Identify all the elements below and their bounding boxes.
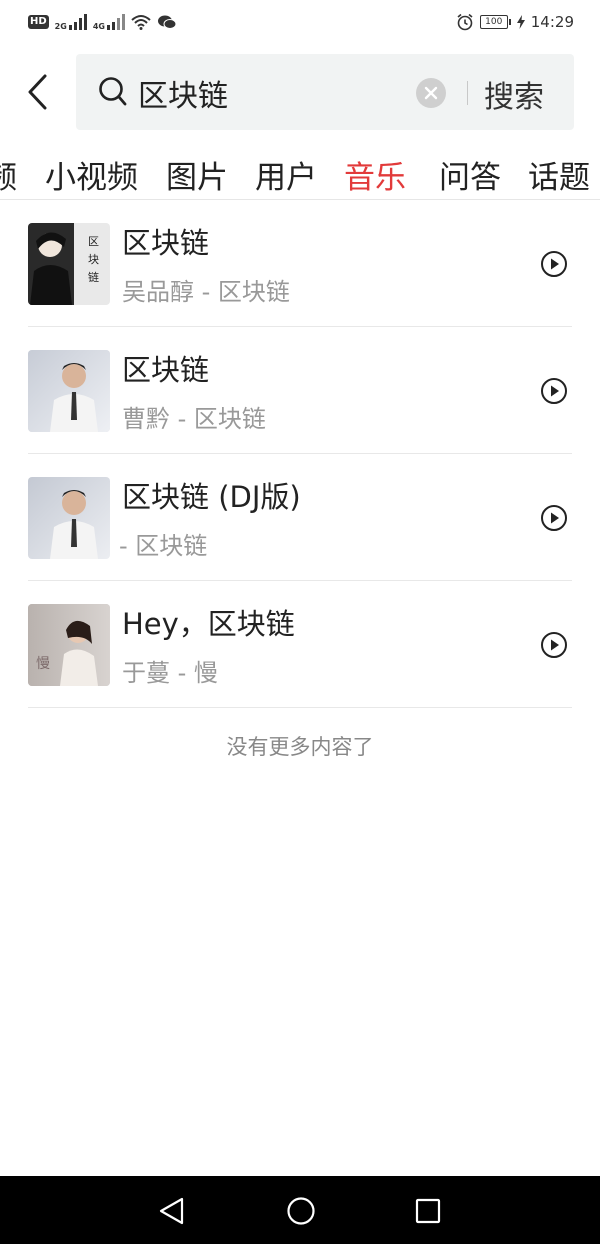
cover-text: 区 — [88, 235, 99, 248]
battery-indicator: 100 — [479, 15, 511, 29]
play-icon[interactable] — [540, 631, 568, 659]
album-cover — [28, 477, 110, 559]
song-title: 区块链 — [122, 353, 210, 387]
search-icon — [99, 77, 127, 106]
back-button[interactable] — [18, 70, 58, 114]
tab-short-video[interactable]: 小视频 — [45, 152, 138, 197]
category-tabs: 频 小视频 图片 用户 音乐 问答 话题 — [0, 144, 600, 200]
battery-tip — [508, 19, 511, 25]
search-button[interactable]: 搜索 — [484, 72, 544, 116]
clock: 14:29 — [530, 13, 574, 31]
nav-home-icon[interactable] — [286, 1196, 316, 1226]
list-item[interactable]: 区块链 (DJ版) - 区块链 — [28, 454, 572, 581]
nav-back-icon[interactable] — [157, 1196, 185, 1226]
hd-badge: HD — [28, 15, 49, 29]
search-box: 搜索 — [76, 54, 574, 130]
tab-images[interactable]: 图片 — [166, 152, 228, 197]
x-icon — [424, 86, 438, 100]
list-item[interactable]: 慢 Hey，区块链 于蔓 - 慢 — [28, 581, 572, 708]
no-more-content: 没有更多内容了 — [226, 735, 374, 759]
tab-qa[interactable]: 问答 — [439, 152, 501, 197]
search-input[interactable] — [138, 74, 438, 112]
status-left: HD 2G 4G — [28, 14, 177, 31]
tab-music[interactable]: 音乐 — [344, 152, 406, 197]
wechat-icon — [157, 15, 177, 29]
music-list: 区 块 链 区块链 吴品醇 - 区块链 区块链 曹黔 - 区块链 区块链 (DJ… — [0, 200, 600, 708]
tab-video[interactable]: 频 — [0, 152, 17, 197]
song-artist: 曹黔 - 区块链 — [122, 405, 266, 433]
album-cover: 慢 — [28, 604, 110, 686]
search-header: 搜索 — [0, 44, 600, 144]
cover-text: 慢 — [36, 655, 50, 672]
list-item[interactable]: 区 块 链 区块链 吴品醇 - 区块链 — [28, 200, 572, 327]
signal-icon-2 — [106, 14, 125, 30]
album-cover: 区 块 链 — [28, 223, 110, 305]
navigation-bar — [0, 1176, 600, 1244]
song-artist: 吴品醇 - 区块链 — [122, 278, 290, 306]
network-type-1: 2G — [54, 21, 67, 31]
status-right: 100 14:29 — [456, 13, 574, 31]
play-icon[interactable] — [540, 250, 568, 278]
song-title: Hey，区块链 — [122, 607, 295, 641]
play-icon[interactable] — [540, 377, 568, 405]
chevron-left-icon — [28, 74, 47, 110]
nav-recent-icon[interactable] — [414, 1197, 442, 1225]
signal-icon — [68, 14, 87, 30]
alarm-icon — [457, 13, 473, 31]
song-title: 区块链 — [122, 226, 210, 260]
clear-icon[interactable] — [416, 78, 446, 108]
search-divider — [467, 81, 468, 105]
wifi-icon — [131, 15, 151, 30]
song-artist: 于蔓 - 慢 — [122, 659, 218, 687]
album-cover — [28, 350, 110, 432]
tab-topics[interactable]: 话题 — [528, 152, 590, 197]
status-bar: HD 2G 4G 100 14:29 — [0, 0, 600, 44]
battery-level: 100 — [479, 15, 508, 29]
play-icon[interactable] — [540, 504, 568, 532]
svg-text:链: 链 — [88, 270, 99, 284]
song-artist: - 区块链 — [119, 532, 208, 560]
network-type-2: 4G — [92, 21, 105, 31]
svg-text:块: 块 — [88, 253, 99, 266]
charging-icon — [516, 15, 525, 29]
list-item[interactable]: 区块链 曹黔 - 区块链 — [28, 327, 572, 454]
song-title: 区块链 (DJ版) — [122, 480, 301, 514]
tab-users[interactable]: 用户 — [255, 152, 317, 197]
